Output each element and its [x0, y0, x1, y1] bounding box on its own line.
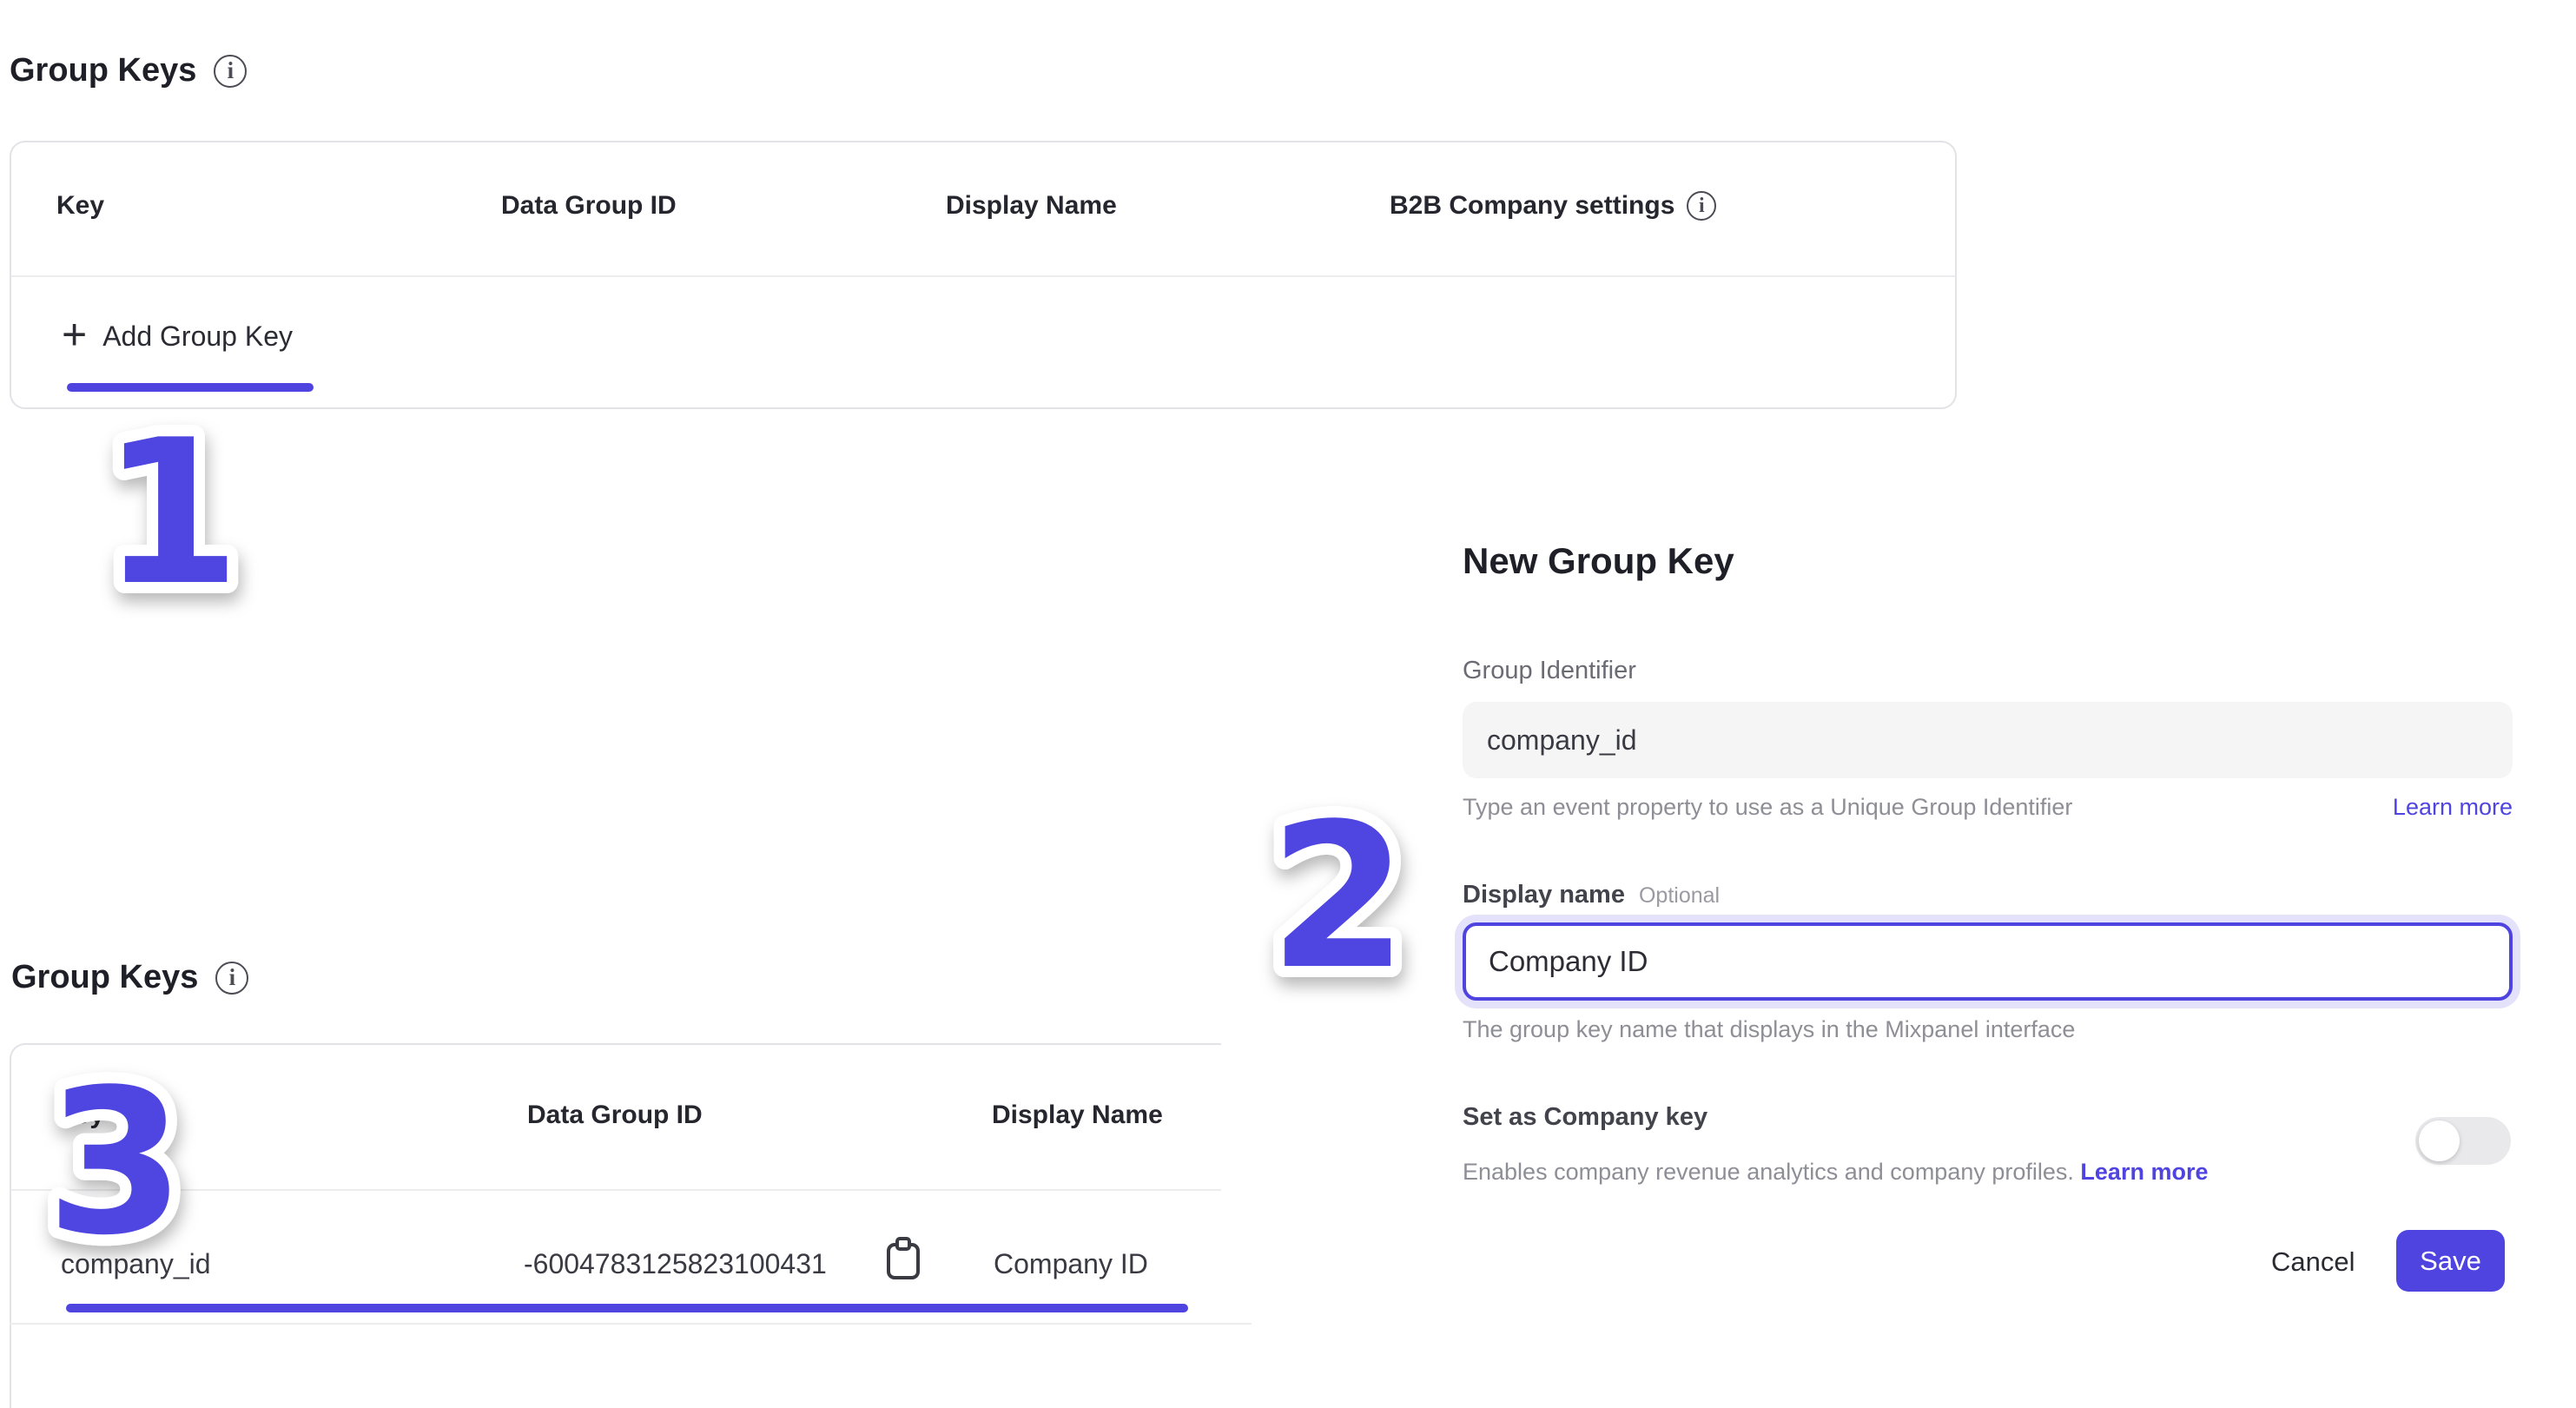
step3-underline-annotation — [66, 1304, 1188, 1312]
row-display-name-cell: Company ID — [994, 1248, 1148, 1280]
save-button[interactable]: Save — [2396, 1230, 2505, 1292]
display-name-input[interactable] — [1463, 922, 2513, 1001]
step1-underline-annotation — [67, 383, 314, 392]
form-title: New Group Key — [1463, 540, 1734, 582]
display-name-optional-tag: Optional — [1639, 883, 1720, 909]
display-name-helper: The group key name that displays in the … — [1463, 1016, 2075, 1043]
svg-text:2: 2 — [1269, 782, 1408, 1014]
new-group-key-form: New Group Key Group Identifier Type an e… — [1463, 540, 2513, 1322]
group-identifier-helper: Type an event property to use as a Uniqu… — [1463, 794, 2072, 821]
column-header-display-name: Display Name — [992, 1101, 1163, 1130]
group-keys-title: Group Keys — [11, 959, 198, 996]
step-1-annotation: 1 — [23, 369, 319, 656]
row-key-cell: company_id — [61, 1248, 211, 1280]
table-header-divider — [11, 275, 1955, 277]
add-group-key-button[interactable]: + Add Group Key — [62, 316, 293, 356]
company-key-toggle[interactable] — [2415, 1117, 2511, 1165]
group-keys-table-bottom: Key Data Group ID Display Name company_i… — [10, 1043, 1221, 1408]
display-name-label-row: Display name Optional — [1463, 881, 1720, 909]
info-icon[interactable]: i — [1687, 191, 1716, 221]
group-keys-heading-top: Group Keys i — [10, 52, 247, 89]
plus-icon: + — [62, 313, 87, 356]
step-2-annotation: 2 — [1191, 753, 1486, 1040]
toggle-knob — [2419, 1120, 2460, 1161]
table-row-divider — [10, 1323, 1252, 1325]
table-header-divider — [11, 1189, 1221, 1191]
row-data-group-id-cell: -6004783125823100431 — [524, 1248, 827, 1280]
cancel-button[interactable]: Cancel — [2266, 1246, 2361, 1279]
column-header-key: Key — [56, 191, 104, 221]
learn-more-link[interactable]: Learn more — [2393, 794, 2513, 821]
info-icon[interactable]: i — [214, 55, 247, 88]
display-name-label: Display name — [1463, 881, 1625, 909]
group-keys-heading-bottom: Group Keys i — [11, 959, 248, 996]
add-group-key-label: Add Group Key — [102, 321, 293, 353]
column-header-data-group-id: Data Group ID — [527, 1101, 703, 1130]
set-company-key-label: Set as Company key — [1463, 1103, 1707, 1132]
column-header-display-name: Display Name — [946, 191, 1117, 221]
column-header-data-group-id: Data Group ID — [501, 191, 677, 221]
company-key-helper: Enables company revenue analytics and co… — [1463, 1159, 2208, 1186]
copy-icon[interactable] — [883, 1236, 923, 1281]
info-icon[interactable]: i — [215, 962, 248, 995]
column-header-key: Key — [56, 1101, 104, 1130]
group-keys-title: Group Keys — [10, 52, 196, 89]
column-header-b2b-settings: B2B Company settings i — [1390, 191, 1716, 221]
group-identifier-label: Group Identifier — [1463, 657, 1636, 685]
svg-text:1: 1 — [102, 398, 241, 630]
learn-more-link[interactable]: Learn more — [2080, 1159, 2208, 1185]
group-identifier-input[interactable] — [1463, 702, 2513, 778]
group-keys-table-top: Key Data Group ID Display Name B2B Compa… — [10, 141, 1957, 409]
b2b-settings-label: B2B Company settings — [1390, 191, 1674, 221]
